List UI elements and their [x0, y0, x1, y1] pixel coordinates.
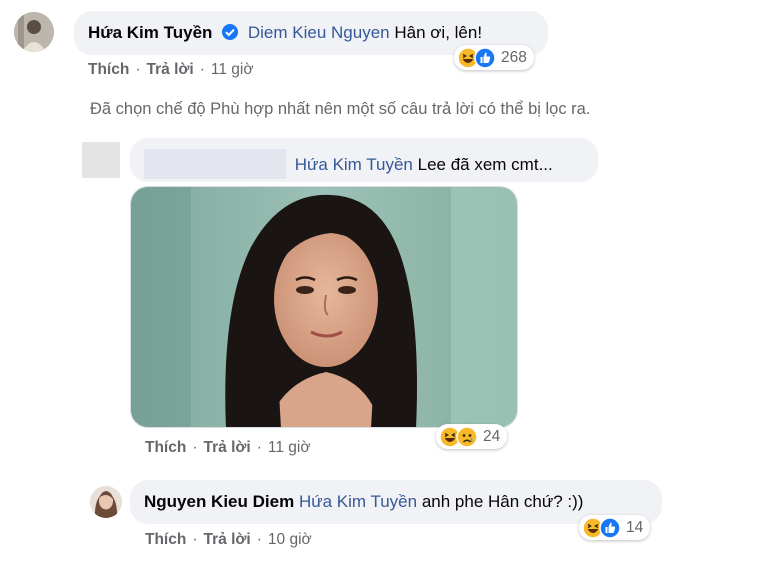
mention-link[interactable]: Hứa Kim Tuyền — [295, 155, 413, 174]
mention-link[interactable]: Diem Kieu Nguyen — [248, 23, 390, 42]
reply-timestamp[interactable]: 10 giờ — [268, 531, 312, 548]
separator-dot: · — [192, 531, 198, 548]
hidden-author-name — [144, 149, 286, 179]
reply-bubble: Hứa Kim Tuyền Lee đã xem cmt... — [130, 138, 598, 182]
reply-button[interactable]: Trả lời — [204, 531, 251, 548]
comment-text: Hân ơi, lên! — [394, 23, 483, 42]
separator-dot: · — [192, 439, 198, 456]
like-button[interactable]: Thích — [145, 439, 186, 456]
separator-dot: · — [256, 531, 262, 548]
reply-actions: Thích · Trả lời · 11 giờ — [145, 439, 311, 457]
avatar-hua-kim-tuyen[interactable] — [14, 12, 54, 52]
reply-button[interactable]: Trả lời — [204, 439, 251, 456]
reaction-summary[interactable]: 268 — [454, 45, 534, 70]
reply-text: anh phe Hân chứ? :)) — [421, 492, 584, 511]
like-reaction-icon — [474, 46, 496, 69]
reaction-count: 268 — [501, 48, 527, 66]
reply-attached-photo[interactable] — [130, 186, 518, 428]
comment-author[interactable]: Hứa Kim Tuyền — [88, 23, 212, 42]
separator-dot: · — [135, 61, 141, 78]
avatar-nguyen-kieu-diem[interactable] — [90, 486, 122, 518]
avatar-hidden[interactable] — [82, 142, 120, 178]
reaction-count: 24 — [483, 427, 501, 445]
comment-timestamp[interactable]: 11 giờ — [211, 61, 254, 78]
like-button[interactable]: Thích — [88, 61, 129, 78]
reply-text: Lee đã xem cmt... — [417, 155, 553, 174]
woman-portrait-image — [131, 187, 517, 427]
verified-badge-icon — [221, 23, 239, 47]
like-button[interactable]: Thích — [145, 531, 186, 548]
reply-author[interactable]: Nguyen Kieu Diem — [144, 492, 294, 511]
sad-reaction-icon — [456, 425, 478, 448]
separator-dot: · — [256, 439, 262, 456]
separator-dot: · — [199, 61, 205, 78]
reply-button[interactable]: Trả lời — [147, 61, 194, 78]
like-reaction-icon — [599, 516, 621, 539]
reply-actions: Thích · Trả lời · 10 giờ — [145, 531, 312, 549]
reaction-summary[interactable]: 14 — [579, 515, 651, 540]
reply-timestamp[interactable]: 11 giờ — [268, 439, 311, 456]
comment-actions: Thích · Trả lời · 11 giờ — [88, 61, 254, 79]
mention-link[interactable]: Hứa Kim Tuyền — [299, 492, 417, 511]
filter-notice: Đã chọn chế độ Phù hợp nhất nên một số c… — [90, 100, 591, 118]
reaction-count: 14 — [626, 518, 644, 536]
reaction-summary[interactable]: 24 — [436, 424, 508, 449]
